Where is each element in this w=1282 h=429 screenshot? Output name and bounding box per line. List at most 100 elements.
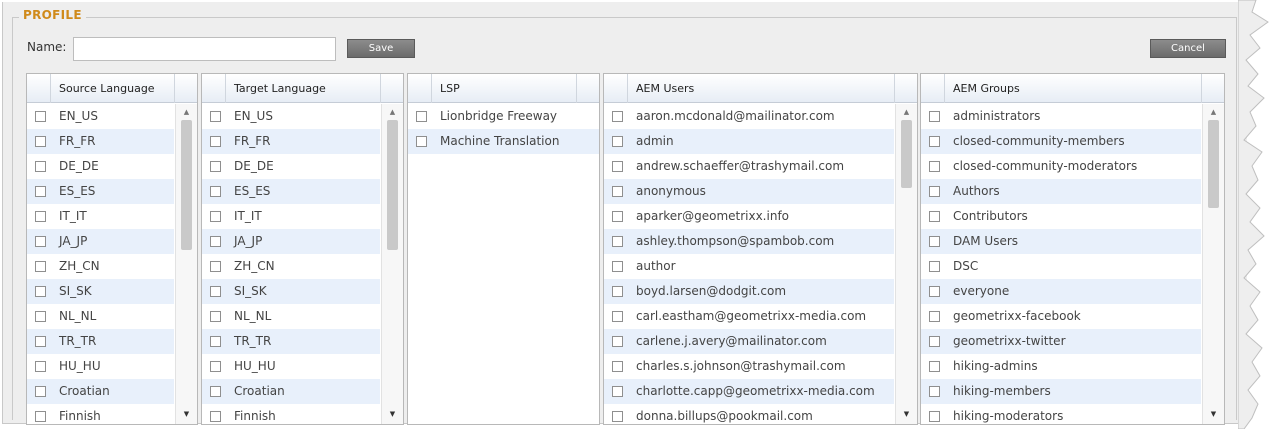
list-item[interactable]: EN_US: [202, 104, 380, 129]
aem-groups-scrollbar[interactable]: ▲ ▼: [1202, 104, 1224, 424]
row-checkbox[interactable]: [210, 386, 221, 397]
list-item[interactable]: Croatian: [27, 379, 174, 404]
row-checkbox[interactable]: [612, 311, 623, 322]
row-checkbox[interactable]: [35, 261, 46, 272]
list-item[interactable]: EN_US: [27, 104, 174, 129]
row-checkbox[interactable]: [35, 386, 46, 397]
list-item[interactable]: FR_FR: [202, 129, 380, 154]
row-checkbox[interactable]: [210, 161, 221, 172]
row-checkbox[interactable]: [929, 336, 940, 347]
aem-groups-column-header[interactable]: AEM Groups: [947, 74, 1202, 103]
list-item[interactable]: TR_TR: [202, 329, 380, 354]
list-item[interactable]: anonymous: [604, 179, 894, 204]
list-item[interactable]: everyone: [921, 279, 1201, 304]
list-item[interactable]: closed-community-moderators: [921, 154, 1201, 179]
scroll-down-arrow-icon[interactable]: ▼: [896, 406, 917, 422]
list-item[interactable]: DE_DE: [202, 154, 380, 179]
row-checkbox[interactable]: [35, 336, 46, 347]
aem-users-scrollbar[interactable]: ▲ ▼: [895, 104, 917, 424]
source-language-column-header[interactable]: Source Language: [53, 74, 175, 103]
row-checkbox[interactable]: [210, 336, 221, 347]
row-checkbox[interactable]: [612, 236, 623, 247]
row-checkbox[interactable]: [210, 111, 221, 122]
list-item[interactable]: hiking-admins: [921, 354, 1201, 379]
list-item[interactable]: Finnish: [202, 404, 380, 424]
list-item[interactable]: SI_SK: [202, 279, 380, 304]
list-item[interactable]: NL_NL: [202, 304, 380, 329]
list-item[interactable]: andrew.schaeffer@trashymail.com: [604, 154, 894, 179]
list-item[interactable]: hiking-members: [921, 379, 1201, 404]
row-checkbox[interactable]: [210, 261, 221, 272]
list-item[interactable]: ES_ES: [202, 179, 380, 204]
row-checkbox[interactable]: [929, 411, 940, 422]
row-checkbox[interactable]: [35, 211, 46, 222]
list-item[interactable]: HU_HU: [202, 354, 380, 379]
list-item[interactable]: IT_IT: [202, 204, 380, 229]
list-item[interactable]: aparker@geometrixx.info: [604, 204, 894, 229]
list-item[interactable]: DAM Users: [921, 229, 1201, 254]
aem-groups-scroll-thumb[interactable]: [1208, 120, 1219, 208]
row-checkbox[interactable]: [35, 236, 46, 247]
row-checkbox[interactable]: [612, 136, 623, 147]
row-checkbox[interactable]: [210, 411, 221, 422]
row-checkbox[interactable]: [210, 286, 221, 297]
row-checkbox[interactable]: [612, 336, 623, 347]
scroll-down-arrow-icon[interactable]: ▼: [1203, 406, 1224, 422]
row-checkbox[interactable]: [929, 311, 940, 322]
list-item[interactable]: JA_JP: [202, 229, 380, 254]
row-checkbox[interactable]: [612, 411, 623, 422]
list-item[interactable]: aaron.mcdonald@mailinator.com: [604, 104, 894, 129]
row-checkbox[interactable]: [210, 236, 221, 247]
list-item[interactable]: DSC: [921, 254, 1201, 279]
row-checkbox[interactable]: [929, 161, 940, 172]
row-checkbox[interactable]: [929, 286, 940, 297]
list-item[interactable]: Croatian: [202, 379, 380, 404]
row-checkbox[interactable]: [35, 186, 46, 197]
scroll-up-arrow-icon[interactable]: ▲: [896, 104, 917, 120]
row-checkbox[interactable]: [35, 411, 46, 422]
list-item[interactable]: donna.billups@pookmail.com: [604, 404, 894, 424]
row-checkbox[interactable]: [612, 186, 623, 197]
lsp-column-header[interactable]: LSP: [434, 74, 577, 103]
row-checkbox[interactable]: [929, 186, 940, 197]
list-item[interactable]: Machine Translation: [408, 129, 599, 154]
row-checkbox[interactable]: [929, 236, 940, 247]
list-item[interactable]: charles.s.johnson@trashymail.com: [604, 354, 894, 379]
row-checkbox[interactable]: [416, 136, 427, 147]
list-item[interactable]: geometrixx-twitter: [921, 329, 1201, 354]
row-checkbox[interactable]: [612, 111, 623, 122]
list-item[interactable]: administrators: [921, 104, 1201, 129]
list-item[interactable]: JA_JP: [27, 229, 174, 254]
list-item[interactable]: charlotte.capp@geometrixx-media.com: [604, 379, 894, 404]
cancel-button[interactable]: Cancel: [1150, 39, 1226, 58]
list-item[interactable]: HU_HU: [27, 354, 174, 379]
list-item[interactable]: geometrixx-facebook: [921, 304, 1201, 329]
row-checkbox[interactable]: [929, 136, 940, 147]
row-checkbox[interactable]: [210, 136, 221, 147]
list-item[interactable]: DE_DE: [27, 154, 174, 179]
list-item[interactable]: ZH_CN: [27, 254, 174, 279]
row-checkbox[interactable]: [929, 386, 940, 397]
row-checkbox[interactable]: [210, 211, 221, 222]
source-language-scroll-thumb[interactable]: [181, 120, 192, 250]
row-checkbox[interactable]: [35, 161, 46, 172]
list-item[interactable]: Finnish: [27, 404, 174, 424]
row-checkbox[interactable]: [35, 361, 46, 372]
row-checkbox[interactable]: [35, 111, 46, 122]
row-checkbox[interactable]: [612, 211, 623, 222]
target-language-column-header[interactable]: Target Language: [228, 74, 381, 103]
row-checkbox[interactable]: [612, 286, 623, 297]
scroll-up-arrow-icon[interactable]: ▲: [176, 104, 197, 120]
scroll-up-arrow-icon[interactable]: ▲: [382, 104, 403, 120]
row-checkbox[interactable]: [612, 361, 623, 372]
list-item[interactable]: admin: [604, 129, 894, 154]
row-checkbox[interactable]: [210, 186, 221, 197]
list-item[interactable]: ashley.thompson@spambob.com: [604, 229, 894, 254]
list-item[interactable]: IT_IT: [27, 204, 174, 229]
list-item[interactable]: closed-community-members: [921, 129, 1201, 154]
list-item[interactable]: boyd.larsen@dodgit.com: [604, 279, 894, 304]
list-item[interactable]: NL_NL: [27, 304, 174, 329]
row-checkbox[interactable]: [612, 261, 623, 272]
list-item[interactable]: carl.eastham@geometrixx-media.com: [604, 304, 894, 329]
list-item[interactable]: ZH_CN: [202, 254, 380, 279]
